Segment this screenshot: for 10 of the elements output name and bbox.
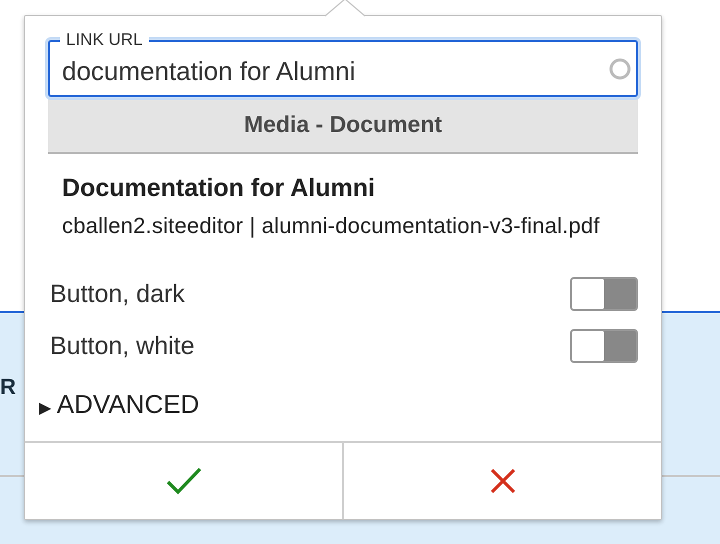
toggle-switch[interactable] bbox=[570, 277, 638, 311]
search-result[interactable]: Documentation for Alumni cballen2.siteeditor | alumni-documentation-v3-final.pdf bbox=[48, 154, 638, 247]
background-heading: R bbox=[0, 374, 16, 400]
option-label: Button, dark bbox=[50, 280, 185, 308]
checkmark-icon bbox=[164, 466, 202, 496]
option-label: Button, white bbox=[50, 332, 195, 360]
advanced-disclosure[interactable]: ▶ ADVANCED bbox=[39, 389, 200, 420]
close-icon bbox=[490, 468, 516, 494]
results-header: Media - Document bbox=[48, 97, 638, 154]
toggle-switch[interactable] bbox=[570, 329, 638, 363]
